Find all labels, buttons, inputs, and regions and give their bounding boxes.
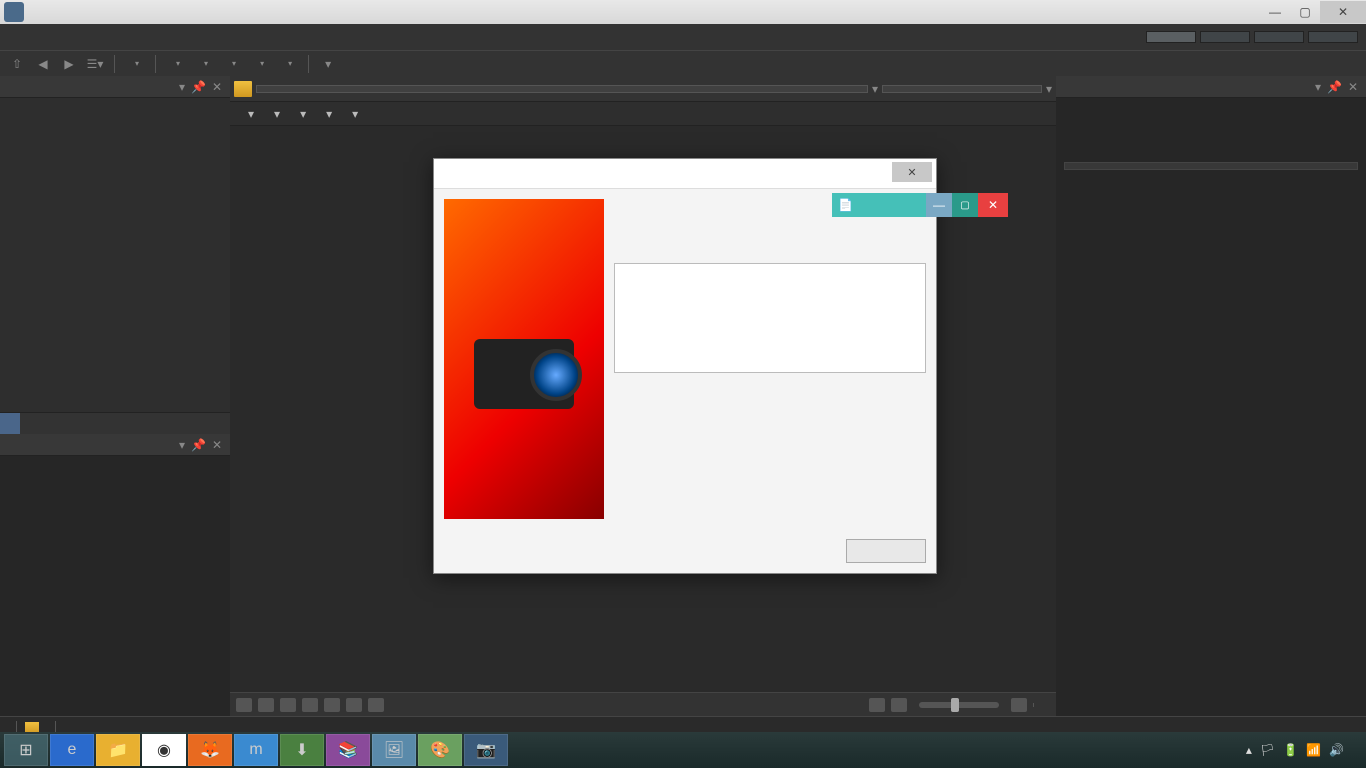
- taskbar-acdsee-icon[interactable]: 📷: [464, 734, 508, 766]
- fb-filter[interactable]: ▾: [238, 105, 260, 123]
- nav-list-icon[interactable]: ☰▾: [84, 54, 106, 74]
- tab-folders[interactable]: [0, 413, 20, 434]
- about-notices[interactable]: [614, 263, 926, 373]
- tray-battery-icon[interactable]: 🔋: [1283, 743, 1298, 757]
- tool-icon[interactable]: [368, 698, 384, 712]
- fb-group[interactable]: ▾: [264, 105, 286, 123]
- page-icon: 📄: [838, 198, 853, 212]
- overlay-close[interactable]: ✕: [978, 193, 1008, 217]
- fb-select[interactable]: ▾: [342, 105, 364, 123]
- main-toolbar: ⇧ ◀ ▶ ☰▾ ▾ ▾ ▾ ▾ ▾ ▾ ▾: [0, 50, 1366, 76]
- menu-file[interactable]: [8, 33, 28, 41]
- nav-forward-icon[interactable]: ▶: [58, 54, 80, 74]
- view-icon[interactable]: [869, 698, 885, 712]
- filter-bar: ▾ ▾ ▾ ▾ ▾: [230, 102, 1056, 126]
- thumb-toolbar: [230, 692, 1056, 716]
- panel-menu-icon[interactable]: ▾: [179, 80, 185, 94]
- taskbar-paint-icon[interactable]: 🎨: [418, 734, 462, 766]
- taskbar-idm-icon[interactable]: ⬇: [280, 734, 324, 766]
- tool-icon[interactable]: [258, 698, 274, 712]
- search-input[interactable]: [882, 85, 1042, 93]
- properties-header: ▾📌✕: [1056, 76, 1366, 98]
- window-close[interactable]: ✕: [1320, 1, 1366, 23]
- dialog-close-icon[interactable]: ✕: [892, 162, 932, 182]
- folders-panel-header: ▾ 📌 ✕: [0, 76, 230, 98]
- mode-develop[interactable]: [1254, 31, 1304, 43]
- overlay-window[interactable]: 📄 — ▢ ✕: [832, 193, 1008, 217]
- search-dropdown-icon[interactable]: ▾: [1046, 82, 1052, 96]
- window-minimize[interactable]: —: [1260, 1, 1290, 23]
- overlay-minimize[interactable]: —: [926, 193, 952, 217]
- menu-tools[interactable]: [74, 33, 94, 41]
- panel-pin-icon[interactable]: 📌: [191, 80, 206, 94]
- tool-icon[interactable]: [280, 698, 296, 712]
- taskbar[interactable]: ⊞ e 📁 ◉ 🦊 m ⬇ 📚 🖼 🎨 📷 ▴ 🏳 🔋 📶 🔊: [0, 732, 1366, 768]
- tb-slideshow[interactable]: ▾: [248, 56, 272, 71]
- tool-icon[interactable]: [346, 698, 362, 712]
- nav-back-icon[interactable]: ◀: [32, 54, 54, 74]
- selection-label: [1033, 703, 1050, 707]
- taskbar-app-icon[interactable]: 🖼: [372, 734, 416, 766]
- tb-dropdown-icon[interactable]: ▾: [317, 54, 339, 74]
- taskbar-firefox-icon[interactable]: 🦊: [188, 734, 232, 766]
- taskbar-ie-icon[interactable]: e: [50, 734, 94, 766]
- taskbar-chrome-icon[interactable]: ◉: [142, 734, 186, 766]
- taskbar-explorer-icon[interactable]: 📁: [96, 734, 140, 766]
- start-button[interactable]: ⊞: [4, 734, 48, 766]
- tb-create[interactable]: ▾: [220, 56, 244, 71]
- tool-icon[interactable]: [324, 698, 340, 712]
- path-input[interactable]: [256, 85, 868, 93]
- folder-tree[interactable]: [0, 98, 230, 412]
- window-maximize[interactable]: ▢: [1290, 1, 1320, 23]
- fb-view[interactable]: ▾: [316, 105, 338, 123]
- app-icon: [4, 2, 24, 22]
- menu-edit[interactable]: [30, 33, 50, 41]
- folder-icon: [234, 81, 252, 97]
- window-titlebar: — ▢ ✕: [0, 0, 1366, 24]
- menu-help[interactable]: [96, 33, 116, 41]
- tray-up-icon[interactable]: ▴: [1246, 743, 1252, 757]
- tool-icon[interactable]: [236, 698, 252, 712]
- tb-batch[interactable]: ▾: [192, 56, 216, 71]
- mode-view[interactable]: [1200, 31, 1250, 43]
- about-splash: [444, 199, 604, 519]
- fb-sort[interactable]: ▾: [290, 105, 312, 123]
- overlay-maximize[interactable]: ▢: [952, 193, 978, 217]
- menu-view[interactable]: [52, 33, 72, 41]
- nav-up-icon[interactable]: ⇧: [6, 54, 28, 74]
- panel-close-icon[interactable]: ✕: [212, 80, 222, 94]
- tool-icon[interactable]: [302, 698, 318, 712]
- ok-button[interactable]: [846, 539, 926, 563]
- camera-icon: [474, 339, 574, 409]
- preview-panel-header: ▾📌✕: [0, 434, 230, 456]
- properties-body: [1056, 98, 1366, 716]
- path-dropdown-icon[interactable]: ▾: [872, 82, 878, 96]
- tray-network-icon[interactable]: 📶: [1306, 743, 1321, 757]
- prop-section-header: [1064, 162, 1358, 170]
- prop-row: [1064, 176, 1358, 180]
- tray-flag-icon[interactable]: 🏳: [1260, 743, 1275, 757]
- mode-edit[interactable]: [1308, 31, 1358, 43]
- tab-calendar[interactable]: [40, 413, 60, 434]
- zoom-slider[interactable]: [919, 702, 999, 708]
- mode-manage[interactable]: [1146, 31, 1196, 43]
- taskbar-winrar-icon[interactable]: 📚: [326, 734, 370, 766]
- menu-bar: [0, 24, 1366, 50]
- left-tabs: [0, 412, 230, 434]
- tb-workspaces[interactable]: ▾: [123, 56, 147, 71]
- view-icon[interactable]: [891, 698, 907, 712]
- preview-area: [0, 456, 230, 716]
- view-icon[interactable]: [1011, 698, 1027, 712]
- tray-volume-icon[interactable]: 🔊: [1329, 743, 1344, 757]
- dialog-titlebar[interactable]: ✕: [434, 159, 936, 189]
- taskbar-maxthon-icon[interactable]: m: [234, 734, 278, 766]
- path-bar: ▾ ▾: [230, 76, 1056, 102]
- tb-external[interactable]: ▾: [276, 56, 300, 71]
- tb-import[interactable]: ▾: [164, 56, 188, 71]
- about-dialog: ✕: [433, 158, 937, 574]
- tab-catalog[interactable]: [20, 413, 40, 434]
